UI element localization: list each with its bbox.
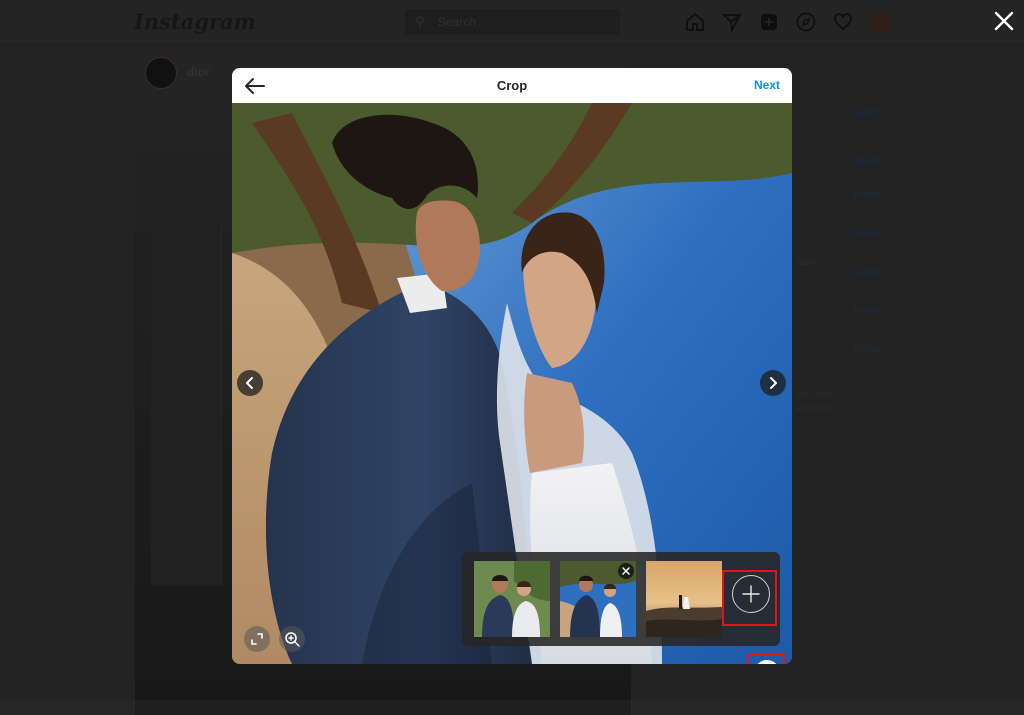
zoom-icon[interactable] — [279, 626, 305, 652]
couple-sunset-cliff-thumbnail[interactable] — [646, 561, 722, 637]
couple-portrait-thumbnail[interactable] — [474, 561, 550, 637]
previous-slide-button[interactable] — [237, 370, 263, 396]
couple-lakeside-thumbnail[interactable] — [560, 561, 636, 637]
crop-preview-image[interactable] — [232, 103, 792, 664]
next-button[interactable]: Next — [754, 78, 780, 92]
dialog-header: Crop Next — [232, 68, 792, 104]
plus-icon — [742, 585, 760, 603]
add-media-button[interactable] — [732, 575, 770, 613]
close-icon[interactable] — [993, 10, 1015, 32]
next-slide-button[interactable] — [760, 370, 786, 396]
media-gallery-panel — [462, 552, 780, 646]
crop-aspect-icon[interactable] — [244, 626, 270, 652]
remove-media-button[interactable] — [618, 563, 634, 579]
dialog-title: Crop — [496, 78, 528, 93]
multiple-media-icon — [754, 660, 780, 664]
crop-dialog: Crop Next — [232, 68, 792, 664]
multiple-media-button[interactable] — [754, 660, 780, 664]
